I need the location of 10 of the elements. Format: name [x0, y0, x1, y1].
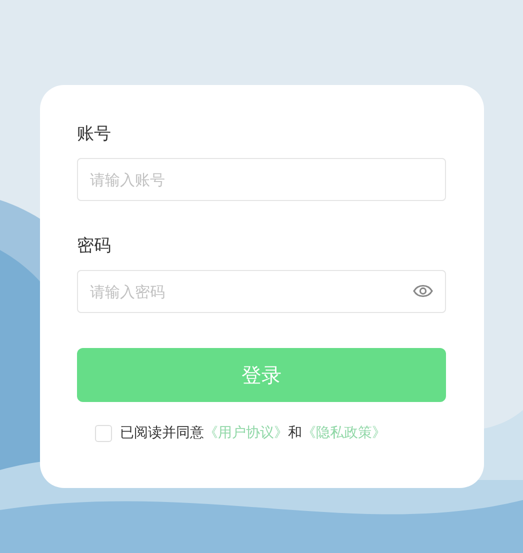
input-field[interactable]: 请输入账号	[77, 158, 446, 201]
eye-icon[interactable]	[413, 284, 433, 298]
field-label: 账号	[77, 123, 112, 145]
field-label: 密码	[77, 235, 112, 257]
password-field[interactable]: 请输入密码	[77, 270, 446, 313]
link[interactable]: 《隐私政策》	[302, 425, 386, 441]
checkbox[interactable]	[95, 424, 112, 442]
link[interactable]: 《用户协议》	[204, 425, 288, 441]
login-button[interactable]: 登录	[77, 348, 446, 402]
agreement-text: 已阅读并同意《用户协议》和《隐私政策》	[120, 424, 386, 442]
